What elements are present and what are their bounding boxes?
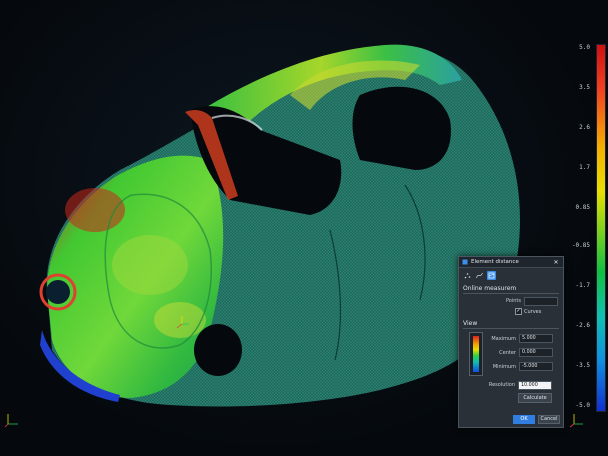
view-range-area: Maximum 5.000 Center 0.000 Minimum -5.00… bbox=[459, 332, 563, 378]
resolution-row: Resolution 10.000 bbox=[459, 380, 552, 390]
range-gradient-frame bbox=[469, 332, 483, 376]
element-distance-dialog: Element distance ✕ Online measurem Point… bbox=[458, 256, 564, 428]
scale-tick: 0.85 bbox=[575, 204, 590, 211]
minimum-input[interactable]: -5.000 bbox=[519, 362, 553, 371]
points-input[interactable] bbox=[524, 296, 558, 306]
scale-tick: 1.7 bbox=[579, 164, 590, 171]
dialog-app-icon bbox=[462, 259, 468, 265]
scale-tick: 5.0 bbox=[579, 44, 590, 51]
minimum-row: Minimum -5.000 bbox=[493, 362, 553, 371]
curves-label: Curves bbox=[524, 308, 542, 315]
curve-tool-icon[interactable] bbox=[475, 271, 484, 280]
center-input[interactable]: 0.000 bbox=[519, 348, 553, 357]
ok-button[interactable]: OK bbox=[513, 415, 535, 424]
online-measurement-section: Online measurem bbox=[463, 285, 559, 294]
resolution-label: Resolution bbox=[488, 382, 515, 388]
curves-row: ✓ Curves bbox=[515, 308, 563, 315]
surface-tool-icon[interactable] bbox=[487, 271, 496, 280]
color-scale-bar bbox=[596, 44, 606, 412]
side-window-opening bbox=[352, 86, 451, 170]
orientation-triad-icon bbox=[569, 414, 583, 428]
model-axis-icon bbox=[176, 316, 189, 329]
range-gradient bbox=[473, 336, 479, 372]
minimum-label: Minimum bbox=[492, 363, 516, 370]
center-label: Center bbox=[499, 349, 516, 356]
maximum-row: Maximum 5.000 bbox=[491, 334, 553, 343]
points-tool-icon[interactable] bbox=[463, 271, 472, 280]
dialog-titlebar[interactable]: Element distance ✕ bbox=[459, 257, 563, 268]
dialog-toolbar bbox=[459, 268, 563, 283]
dialog-footer: OK Cancel bbox=[513, 415, 560, 424]
cancel-button[interactable]: Cancel bbox=[538, 415, 560, 424]
close-icon[interactable]: ✕ bbox=[552, 259, 560, 266]
view-section: View bbox=[463, 320, 559, 329]
curves-checkbox[interactable]: ✓ bbox=[515, 308, 522, 315]
resolution-input[interactable]: 10.000 bbox=[518, 380, 552, 390]
points-row: Points bbox=[459, 296, 558, 306]
points-label: Points bbox=[505, 298, 521, 304]
scale-tick: 2.6 bbox=[579, 124, 590, 131]
viewport-3d[interactable]: 5.0 3.5 2.6 1.7 0.85 -0.85 -1.7 -2.6 -3.… bbox=[0, 0, 608, 456]
center-row: Center 0.000 bbox=[499, 348, 553, 357]
axis-triad-icon bbox=[4, 414, 18, 428]
maximum-label: Maximum bbox=[491, 335, 516, 342]
scale-tick: -0.85 bbox=[571, 242, 590, 249]
calculate-button[interactable]: Calculate bbox=[518, 393, 552, 403]
dialog-title: Element distance bbox=[471, 259, 519, 265]
maximum-input[interactable]: 5.000 bbox=[519, 334, 553, 343]
scale-tick: 3.5 bbox=[579, 84, 590, 91]
